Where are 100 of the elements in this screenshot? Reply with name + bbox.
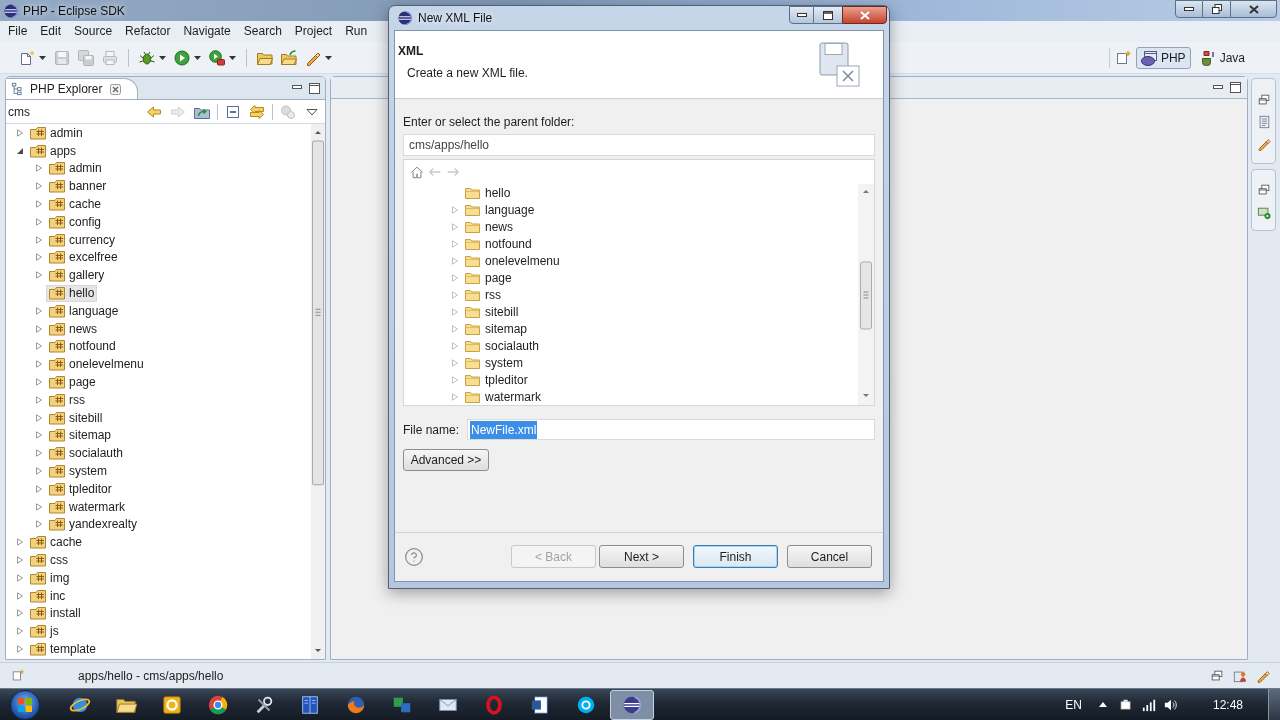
caret-right-icon[interactable] bbox=[451, 256, 459, 265]
open-folder-icon[interactable] bbox=[281, 49, 297, 66]
tree-item[interactable]: hello bbox=[46, 284, 98, 302]
tree-item[interactable]: config bbox=[46, 213, 105, 231]
tree-item[interactable]: tpleditor bbox=[462, 371, 531, 388]
caret-right-icon[interactable] bbox=[16, 538, 24, 547]
restore-icon[interactable] bbox=[1210, 668, 1224, 683]
tree-item[interactable]: inc bbox=[27, 587, 69, 605]
tree-item[interactable]: watermark bbox=[462, 388, 544, 405]
tree-item[interactable]: admin bbox=[27, 124, 86, 142]
tree-item[interactable]: cache bbox=[27, 533, 86, 551]
tree-item[interactable]: apps bbox=[27, 142, 80, 160]
tree-item[interactable]: cache bbox=[46, 195, 105, 213]
clock[interactable]: 12:48 bbox=[1212, 695, 1243, 714]
caret-right-icon[interactable] bbox=[451, 324, 459, 333]
tree-item[interactable]: watermark bbox=[46, 498, 128, 516]
caret-right-icon[interactable] bbox=[35, 467, 43, 476]
caret-right-icon[interactable] bbox=[451, 205, 459, 214]
tree-item[interactable]: sitebill bbox=[462, 303, 522, 320]
menu-item[interactable]: Refactor bbox=[125, 22, 171, 41]
taskbar-button[interactable] bbox=[610, 689, 654, 720]
caret-right-icon[interactable] bbox=[35, 449, 43, 458]
caret-right-icon[interactable] bbox=[16, 128, 24, 137]
tree-item[interactable]: rss bbox=[462, 286, 504, 303]
tree-item[interactable]: yandexrealty bbox=[46, 515, 141, 533]
caret-right-icon[interactable] bbox=[35, 306, 43, 315]
dialog-button[interactable]: Cancel bbox=[787, 545, 872, 568]
dialog-button[interactable]: Next > bbox=[599, 545, 684, 568]
caret-down-icon[interactable] bbox=[159, 55, 166, 60]
tree-item[interactable]: sitebill bbox=[46, 409, 106, 427]
caret-right-icon[interactable] bbox=[35, 217, 43, 226]
tree-item[interactable]: notfound bbox=[462, 235, 535, 252]
user-box-icon[interactable] bbox=[1233, 668, 1247, 683]
tree-item[interactable]: socialauth bbox=[462, 337, 543, 354]
caret-down-icon[interactable] bbox=[39, 55, 46, 60]
tree-item[interactable]: admin bbox=[46, 160, 105, 177]
play-icon[interactable] bbox=[174, 49, 190, 66]
language-indicator[interactable]: EN bbox=[1065, 695, 1082, 714]
tree-item[interactable]: tpleditor bbox=[46, 480, 115, 498]
play-case-icon[interactable] bbox=[209, 49, 225, 66]
window-plus-icon[interactable] bbox=[1115, 49, 1132, 66]
minimize-icon[interactable] bbox=[292, 85, 302, 91]
tree-item[interactable]: template bbox=[27, 640, 100, 658]
tree-item[interactable]: gallery bbox=[46, 266, 108, 284]
signal-bars-icon[interactable] bbox=[1141, 697, 1156, 712]
caret-right-icon[interactable] bbox=[16, 609, 24, 618]
menu-item[interactable]: Source bbox=[74, 22, 113, 41]
caret-right-icon[interactable] bbox=[35, 324, 43, 333]
tree-item[interactable]: excelfree bbox=[46, 248, 121, 266]
caret-right-icon[interactable] bbox=[451, 222, 459, 231]
tree-item[interactable]: page bbox=[46, 373, 99, 391]
close-icon[interactable] bbox=[110, 83, 122, 95]
tree-item[interactable]: socialauth bbox=[46, 444, 127, 462]
caret-right-icon[interactable] bbox=[35, 360, 43, 369]
caret-right-icon[interactable] bbox=[35, 200, 43, 209]
maximize-icon[interactable] bbox=[309, 82, 320, 94]
caret-right-icon[interactable] bbox=[35, 395, 43, 404]
tree-item[interactable]: news bbox=[462, 218, 516, 235]
bug-icon[interactable] bbox=[139, 49, 155, 66]
caret-right-icon[interactable] bbox=[451, 375, 459, 384]
tree-item[interactable]: notfound bbox=[46, 337, 119, 355]
show-desktop-button[interactable] bbox=[1268, 688, 1280, 720]
help-icon[interactable] bbox=[404, 546, 424, 567]
tree-item[interactable]: language bbox=[46, 302, 122, 320]
caret-right-icon[interactable] bbox=[451, 392, 459, 401]
caret-right-icon[interactable] bbox=[451, 290, 459, 299]
vertical-scrollbar[interactable] bbox=[858, 184, 874, 405]
caret-right-icon[interactable] bbox=[35, 235, 43, 244]
tree-item[interactable]: rss bbox=[46, 391, 88, 409]
swap-arrows-icon[interactable] bbox=[249, 103, 265, 120]
menu-item[interactable]: Search bbox=[243, 22, 282, 41]
caret-right-icon[interactable] bbox=[451, 358, 459, 367]
menu-item[interactable]: Run bbox=[345, 22, 368, 41]
tree-item[interactable]: js bbox=[27, 622, 62, 640]
minus-box-icon[interactable] bbox=[225, 103, 241, 120]
tree-item[interactable]: system bbox=[46, 462, 110, 480]
new-file-icon[interactable] bbox=[19, 49, 35, 66]
caret-down-icon[interactable] bbox=[194, 55, 201, 60]
maximize-button[interactable] bbox=[814, 6, 842, 24]
marker-icon[interactable] bbox=[1256, 137, 1271, 151]
vertical-scrollbar[interactable] bbox=[311, 124, 325, 659]
caret-right-icon[interactable] bbox=[35, 502, 43, 511]
speaker-icon[interactable] bbox=[1163, 697, 1178, 712]
minimize-button[interactable] bbox=[1175, 0, 1203, 18]
caret-right-icon[interactable] bbox=[35, 342, 43, 351]
folder-path-field[interactable]: cms/apps/hello bbox=[403, 134, 875, 156]
caret-right-icon[interactable] bbox=[35, 253, 43, 262]
tree-item[interactable]: currency bbox=[46, 231, 118, 249]
restore-icon[interactable] bbox=[1256, 93, 1271, 107]
tree-item[interactable]: sitemap bbox=[462, 320, 531, 337]
caret-right-icon[interactable] bbox=[16, 556, 24, 564]
caret-right-icon[interactable] bbox=[451, 307, 459, 316]
tree-item[interactable]: hello bbox=[462, 184, 514, 201]
tree-item[interactable]: install bbox=[27, 604, 84, 622]
tree-item[interactable]: img bbox=[27, 569, 73, 587]
menu-item[interactable]: Project bbox=[294, 22, 333, 41]
caret-right-icon[interactable] bbox=[35, 378, 43, 387]
tree-item[interactable]: css bbox=[27, 551, 71, 569]
close-button[interactable] bbox=[1230, 0, 1277, 18]
perspective-button[interactable]: Java bbox=[1194, 46, 1250, 69]
